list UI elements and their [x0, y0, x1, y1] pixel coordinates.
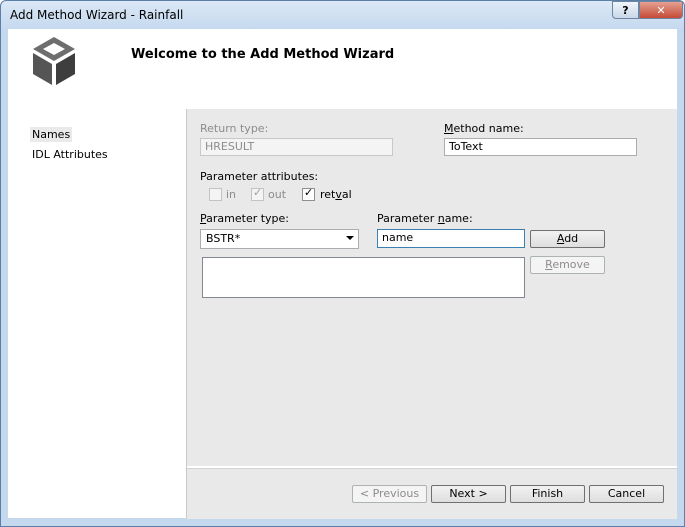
out-checkbox: ✓ [251, 186, 264, 201]
parameter-type-label: Parameter type: [200, 212, 290, 225]
return-type-label: Return type: [200, 122, 269, 135]
wizard-header: Welcome to the Add Method Wizard [8, 29, 677, 109]
header-title: Welcome to the Add Method Wizard [131, 47, 395, 62]
previous-button: < Previous [352, 485, 427, 503]
chevron-down-icon[interactable] [346, 236, 354, 240]
retval-checkbox[interactable]: ✓ [302, 186, 315, 201]
method-name-input[interactable]: ToText [444, 138, 637, 156]
wizard-nav: Names IDL Attributes [8, 109, 187, 518]
nav-item-names[interactable]: Names [30, 127, 73, 142]
names-page: Return type: HRESULT Method name: ToText… [187, 109, 677, 466]
method-name-label: Method name: [444, 122, 524, 135]
remove-button: Remove [530, 256, 605, 274]
add-button[interactable]: Add [530, 230, 605, 248]
parameter-name-label: Parameter name: [377, 212, 473, 225]
in-checkbox-label: in [226, 188, 237, 201]
checkmark-icon: ✓ [253, 186, 263, 199]
cube-icon [33, 37, 75, 85]
checkmark-icon: ✓ [304, 186, 314, 199]
help-button[interactable]: ? [612, 1, 639, 19]
return-type-field: HRESULT [200, 138, 393, 156]
title-bar[interactable]: Add Method Wizard - Rainfall ? ✕ [1, 1, 684, 29]
window-title: Add Method Wizard - Rainfall [10, 8, 184, 22]
in-checkbox [209, 188, 222, 201]
next-button[interactable]: Next > [431, 485, 506, 503]
close-button[interactable]: ✕ [639, 1, 683, 19]
nav-item-idl-attributes[interactable]: IDL Attributes [32, 148, 108, 161]
cancel-button[interactable]: Cancel [589, 485, 664, 503]
parameter-name-input[interactable]: name [377, 229, 525, 248]
retval-checkbox-label: retval [320, 188, 352, 201]
finish-button[interactable]: Finish [510, 485, 585, 503]
wizard-footer: < Previous Next > Finish Cancel [187, 468, 677, 519]
parameter-type-value: BSTR* [206, 232, 241, 245]
out-checkbox-label: out [268, 188, 287, 201]
parameter-type-dropdown[interactable]: BSTR* [200, 229, 359, 249]
parameter-attributes-label: Parameter attributes: [200, 170, 319, 183]
wizard-window: Add Method Wizard - Rainfall ? ✕ Welcome… [0, 0, 685, 527]
parameters-list[interactable] [202, 257, 525, 298]
wizard-client: Welcome to the Add Method Wizard Names I… [8, 29, 677, 519]
